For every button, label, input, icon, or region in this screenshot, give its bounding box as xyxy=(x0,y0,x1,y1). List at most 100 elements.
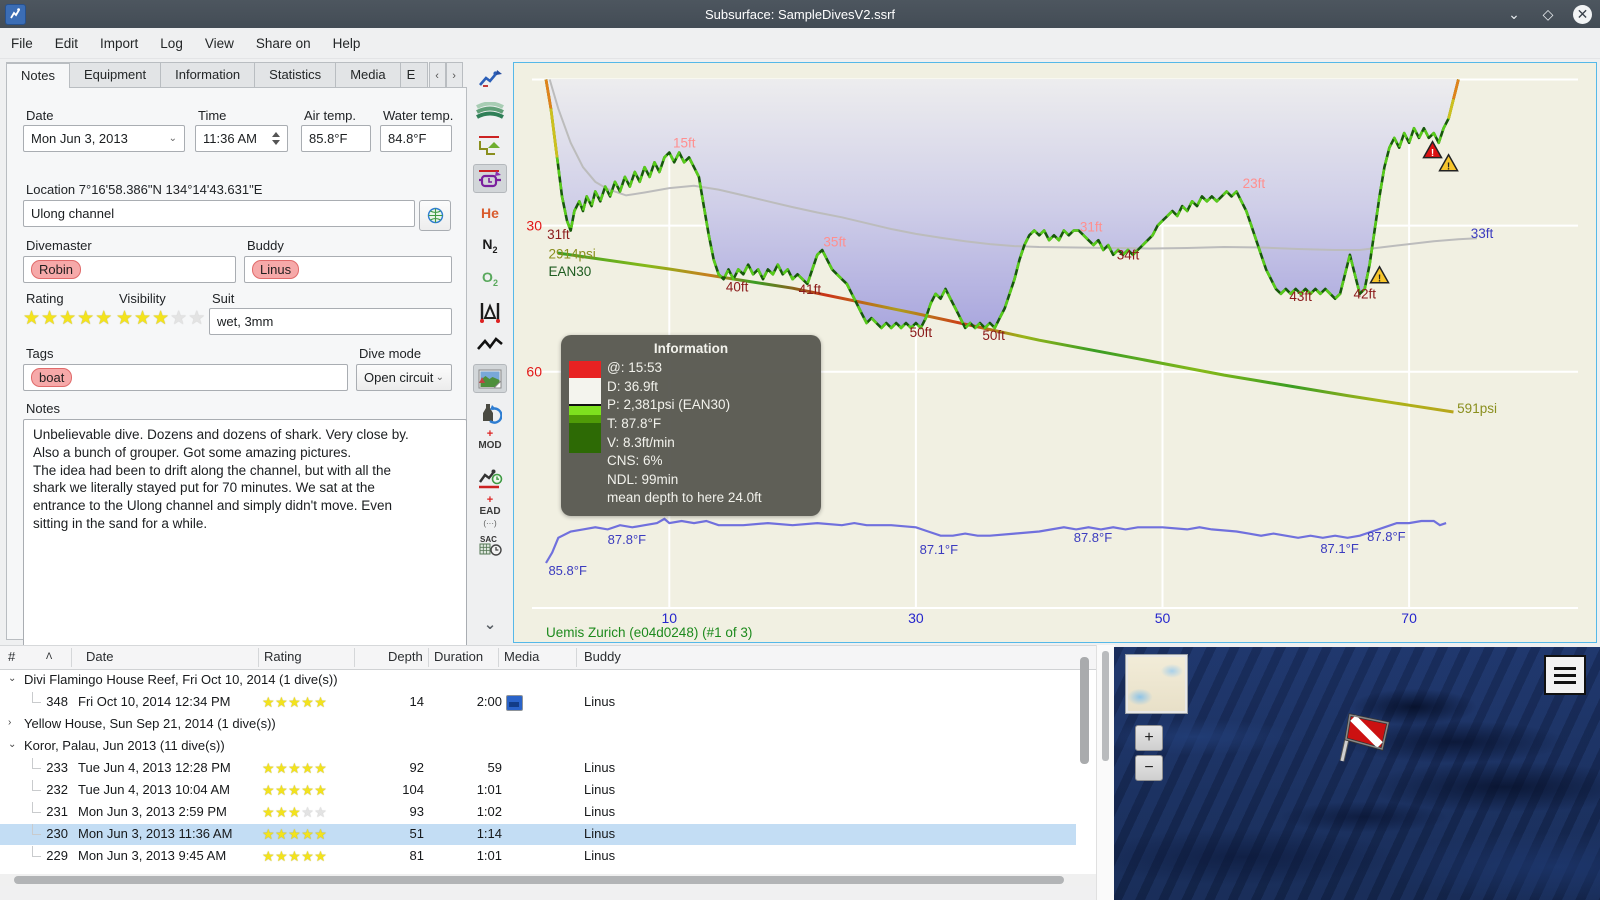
column-header-media[interactable]: Media xyxy=(504,649,539,664)
dive-profile-chart[interactable]: 31ft 15ft 40ft 41ft 35ft 50ft 50ft 31ft 34ft 23ft… xyxy=(513,62,1597,643)
menu-view[interactable]: View xyxy=(194,32,245,55)
dive-list-vertical-scrollbar[interactable] xyxy=(1080,657,1089,764)
air-temp-field[interactable]: 85.8°F xyxy=(301,125,371,152)
trip-row[interactable]: ⌄ Koror, Palau, Jun 2013 (11 dive(s)) xyxy=(0,736,1076,757)
dive-date: Fri Oct 10, 2014 12:34 PM xyxy=(78,694,231,709)
toolbar-mod-delta-icon[interactable] xyxy=(474,298,506,325)
menu-import[interactable]: Import xyxy=(89,32,149,55)
svg-text:30: 30 xyxy=(908,610,924,626)
toolbar-calculated-ceiling-icon[interactable] xyxy=(474,131,506,158)
dive-number: 233 xyxy=(46,760,68,775)
dive-site-map[interactable]: + − xyxy=(1114,647,1600,900)
column-divider[interactable] xyxy=(576,648,577,667)
collapse-icon[interactable]: ⌄ xyxy=(8,673,16,684)
toolbar-heart-rate-icon[interactable] xyxy=(474,331,506,358)
tab-scroll-left-icon[interactable]: ‹ xyxy=(428,62,446,89)
tag-boat[interactable]: boat xyxy=(31,368,73,387)
menu-bar: File Edit Import Log View Share on Help xyxy=(0,28,1600,59)
expand-icon[interactable]: › xyxy=(8,717,11,728)
map-splitter-scrollbar[interactable] xyxy=(1096,645,1115,900)
tooltip-line: T: 87.8°F xyxy=(607,415,662,431)
dive-row[interactable]: 233 Tue Jun 4, 2013 12:28 PM ★★★★★ 92 59 Linu… xyxy=(0,758,1076,779)
toolbar-ead-button[interactable]: + EAD (···) xyxy=(474,494,506,528)
dive-number: 230 xyxy=(46,826,68,841)
column-header-date[interactable]: Date xyxy=(86,649,113,664)
svg-text:33ft: 33ft xyxy=(1471,226,1494,241)
dive-flag-marker[interactable] xyxy=(1339,713,1390,762)
column-divider[interactable] xyxy=(498,648,499,667)
dive-list-header[interactable]: # Date Rating Depth Duration Media Buddy ᐱ xyxy=(0,646,1096,670)
dive-mode-select[interactable]: Open circuit ⌄ xyxy=(356,364,452,391)
toolbar-scroll-down-icon[interactable]: ⌄ xyxy=(474,610,506,637)
tab-e[interactable]: E xyxy=(399,62,428,88)
globe-button[interactable] xyxy=(419,200,451,231)
tab-scroll-right-icon[interactable]: › xyxy=(445,62,463,89)
toolbar-gas-change-icon[interactable] xyxy=(474,399,506,426)
column-header-duration[interactable]: Duration xyxy=(434,649,483,664)
column-header-num[interactable]: # xyxy=(8,649,15,664)
menu-log[interactable]: Log xyxy=(149,32,194,55)
buddy-field[interactable]: Linus xyxy=(244,256,452,283)
dive-row[interactable]: 230 Mon Jun 3, 2013 11:36 AM ★★★★★ 51 1:14 Li… xyxy=(0,824,1076,845)
suit-field[interactable]: wet, 3mm xyxy=(209,308,452,335)
divemaster-field[interactable]: Robin xyxy=(23,256,236,283)
water-temp-field[interactable]: 84.8°F xyxy=(380,125,452,152)
map-zoom-in-button[interactable]: + xyxy=(1135,725,1163,751)
toolbar-pHe-graph-button[interactable]: He xyxy=(474,199,506,226)
dive-row[interactable]: 232 Tue Jun 4, 2013 10:04 AM ★★★★★ 104 1:01 L… xyxy=(0,780,1076,801)
column-divider[interactable] xyxy=(354,648,355,667)
trip-row[interactable]: ⌄ Divi Flamingo House Reef, Fri Oct 10, 2… xyxy=(0,670,1076,691)
menu-file[interactable]: File xyxy=(0,32,44,55)
maximize-icon[interactable]: ◇ xyxy=(1539,5,1557,23)
toolbar-pN2-graph-button[interactable]: N2 xyxy=(474,232,506,259)
tab-notes[interactable]: Notes xyxy=(6,62,70,88)
menu-help[interactable]: Help xyxy=(322,32,372,55)
toolbar-mod-button[interactable]: + MOD xyxy=(474,428,506,459)
information-tooltip[interactable]: Information @: 15:53 D: 36.9ft P: 2,381psi… xyxy=(561,335,821,516)
map-menu-button[interactable] xyxy=(1544,655,1586,695)
dive-info-panel: Notes Equipment Information Statistics Media… xyxy=(6,62,467,713)
dive-row[interactable]: 231 Mon Jun 3, 2013 2:59 PM ★★★★★ 93 1:02 Lin… xyxy=(0,802,1076,823)
dive-rating-stars: ★★★★★ xyxy=(262,760,328,776)
location-field[interactable]: Ulong channel xyxy=(23,200,415,227)
toolbar-waves-icon[interactable] xyxy=(474,98,506,125)
dive-row[interactable]: 348 Fri Oct 10, 2014 12:34 PM ★★★★★ 14 2:00 L… xyxy=(0,692,1076,713)
toolbar-dc-reported-ceiling-icon[interactable] xyxy=(473,164,507,193)
toolbar-show-photos-icon[interactable] xyxy=(473,364,507,393)
rating-stars[interactable]: ★★★★★ xyxy=(23,309,113,328)
time-stepper[interactable]: 11:36 AM xyxy=(195,125,288,152)
tab-statistics[interactable]: Statistics xyxy=(254,62,337,88)
tab-equipment[interactable]: Equipment xyxy=(68,62,162,88)
column-header-rating[interactable]: Rating xyxy=(264,649,302,664)
column-divider[interactable] xyxy=(258,648,259,667)
close-icon[interactable]: ✕ xyxy=(1573,4,1592,24)
collapse-icon[interactable]: ⌄ xyxy=(8,739,16,750)
sort-indicator-icon[interactable]: ᐱ xyxy=(46,651,52,662)
dive-row[interactable]: 229 Mon Jun 3, 2013 9:45 AM ★★★★★ 81 1:01 Lin… xyxy=(0,846,1076,867)
tab-media[interactable]: Media xyxy=(335,62,401,88)
tags-field[interactable]: boat xyxy=(23,364,348,391)
toolbar-dive-time-diver-icon[interactable] xyxy=(474,465,506,492)
minimize-icon[interactable]: ⌄ xyxy=(1505,5,1523,23)
column-header-depth[interactable]: Depth xyxy=(388,649,423,664)
toolbar-pO2-graph-button[interactable]: O2 xyxy=(474,265,506,292)
map-overview-thumbnail[interactable] xyxy=(1125,654,1188,714)
visibility-stars[interactable]: ★★★★★ xyxy=(116,309,206,328)
menu-share-on[interactable]: Share on xyxy=(245,32,322,55)
toolbar-ascent-rate-diver-icon[interactable] xyxy=(474,65,506,92)
column-divider[interactable] xyxy=(428,648,429,667)
spinner-icons[interactable] xyxy=(272,132,280,145)
buddy-tag[interactable]: Linus xyxy=(252,260,300,279)
map-zoom-out-button[interactable]: − xyxy=(1135,755,1163,781)
column-divider[interactable] xyxy=(71,648,72,667)
dive-list-horizontal-scrollbar[interactable] xyxy=(0,874,1096,886)
toolbar-sac-rate-icon[interactable]: SAC xyxy=(474,531,506,558)
tab-information[interactable]: Information xyxy=(160,62,256,88)
svg-text:Uemis Zurich (e04d0248) (#1 of: Uemis Zurich (e04d0248) (#1 of 3) xyxy=(546,625,752,640)
trip-row[interactable]: › Yellow House, Sun Sep 21, 2014 (1 dive(… xyxy=(0,714,1076,735)
menu-edit[interactable]: Edit xyxy=(44,32,89,55)
media-thumbnail-icon[interactable] xyxy=(506,695,523,711)
divemaster-tag[interactable]: Robin xyxy=(31,260,81,279)
column-header-buddy[interactable]: Buddy xyxy=(584,649,621,664)
date-select[interactable]: Mon Jun 3, 2013 ⌄ xyxy=(23,125,185,152)
